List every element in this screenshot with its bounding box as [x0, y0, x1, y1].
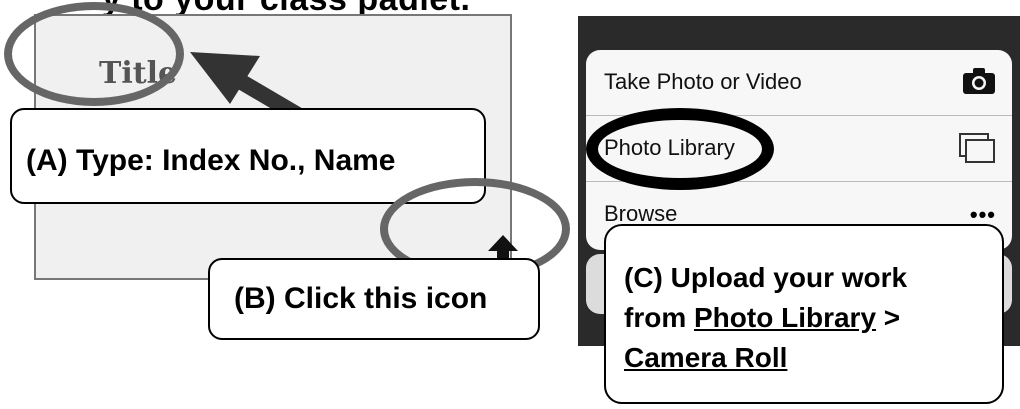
callout-c-line1: (C) Upload your work	[624, 262, 908, 293]
callout-c-from: from	[624, 302, 694, 333]
highlight-ring-title	[4, 2, 184, 106]
action-take-photo[interactable]: Take Photo or Video	[586, 50, 1012, 116]
photos-stack-icon	[959, 133, 995, 163]
highlight-ring-photo-library	[586, 108, 774, 190]
callout-b: (B) Click this icon	[208, 258, 540, 340]
camera-icon	[963, 68, 995, 94]
callout-c-line2: from Photo Library >	[624, 298, 1002, 338]
callout-c-photo-library: Photo Library	[694, 302, 877, 333]
action-take-photo-label: Take Photo or Video	[604, 69, 802, 94]
callout-c: (C) Upload your work from Photo Library …	[604, 224, 1004, 404]
callout-c-separator: >	[876, 302, 901, 333]
callout-c-camera-roll: Camera Roll	[624, 342, 788, 373]
